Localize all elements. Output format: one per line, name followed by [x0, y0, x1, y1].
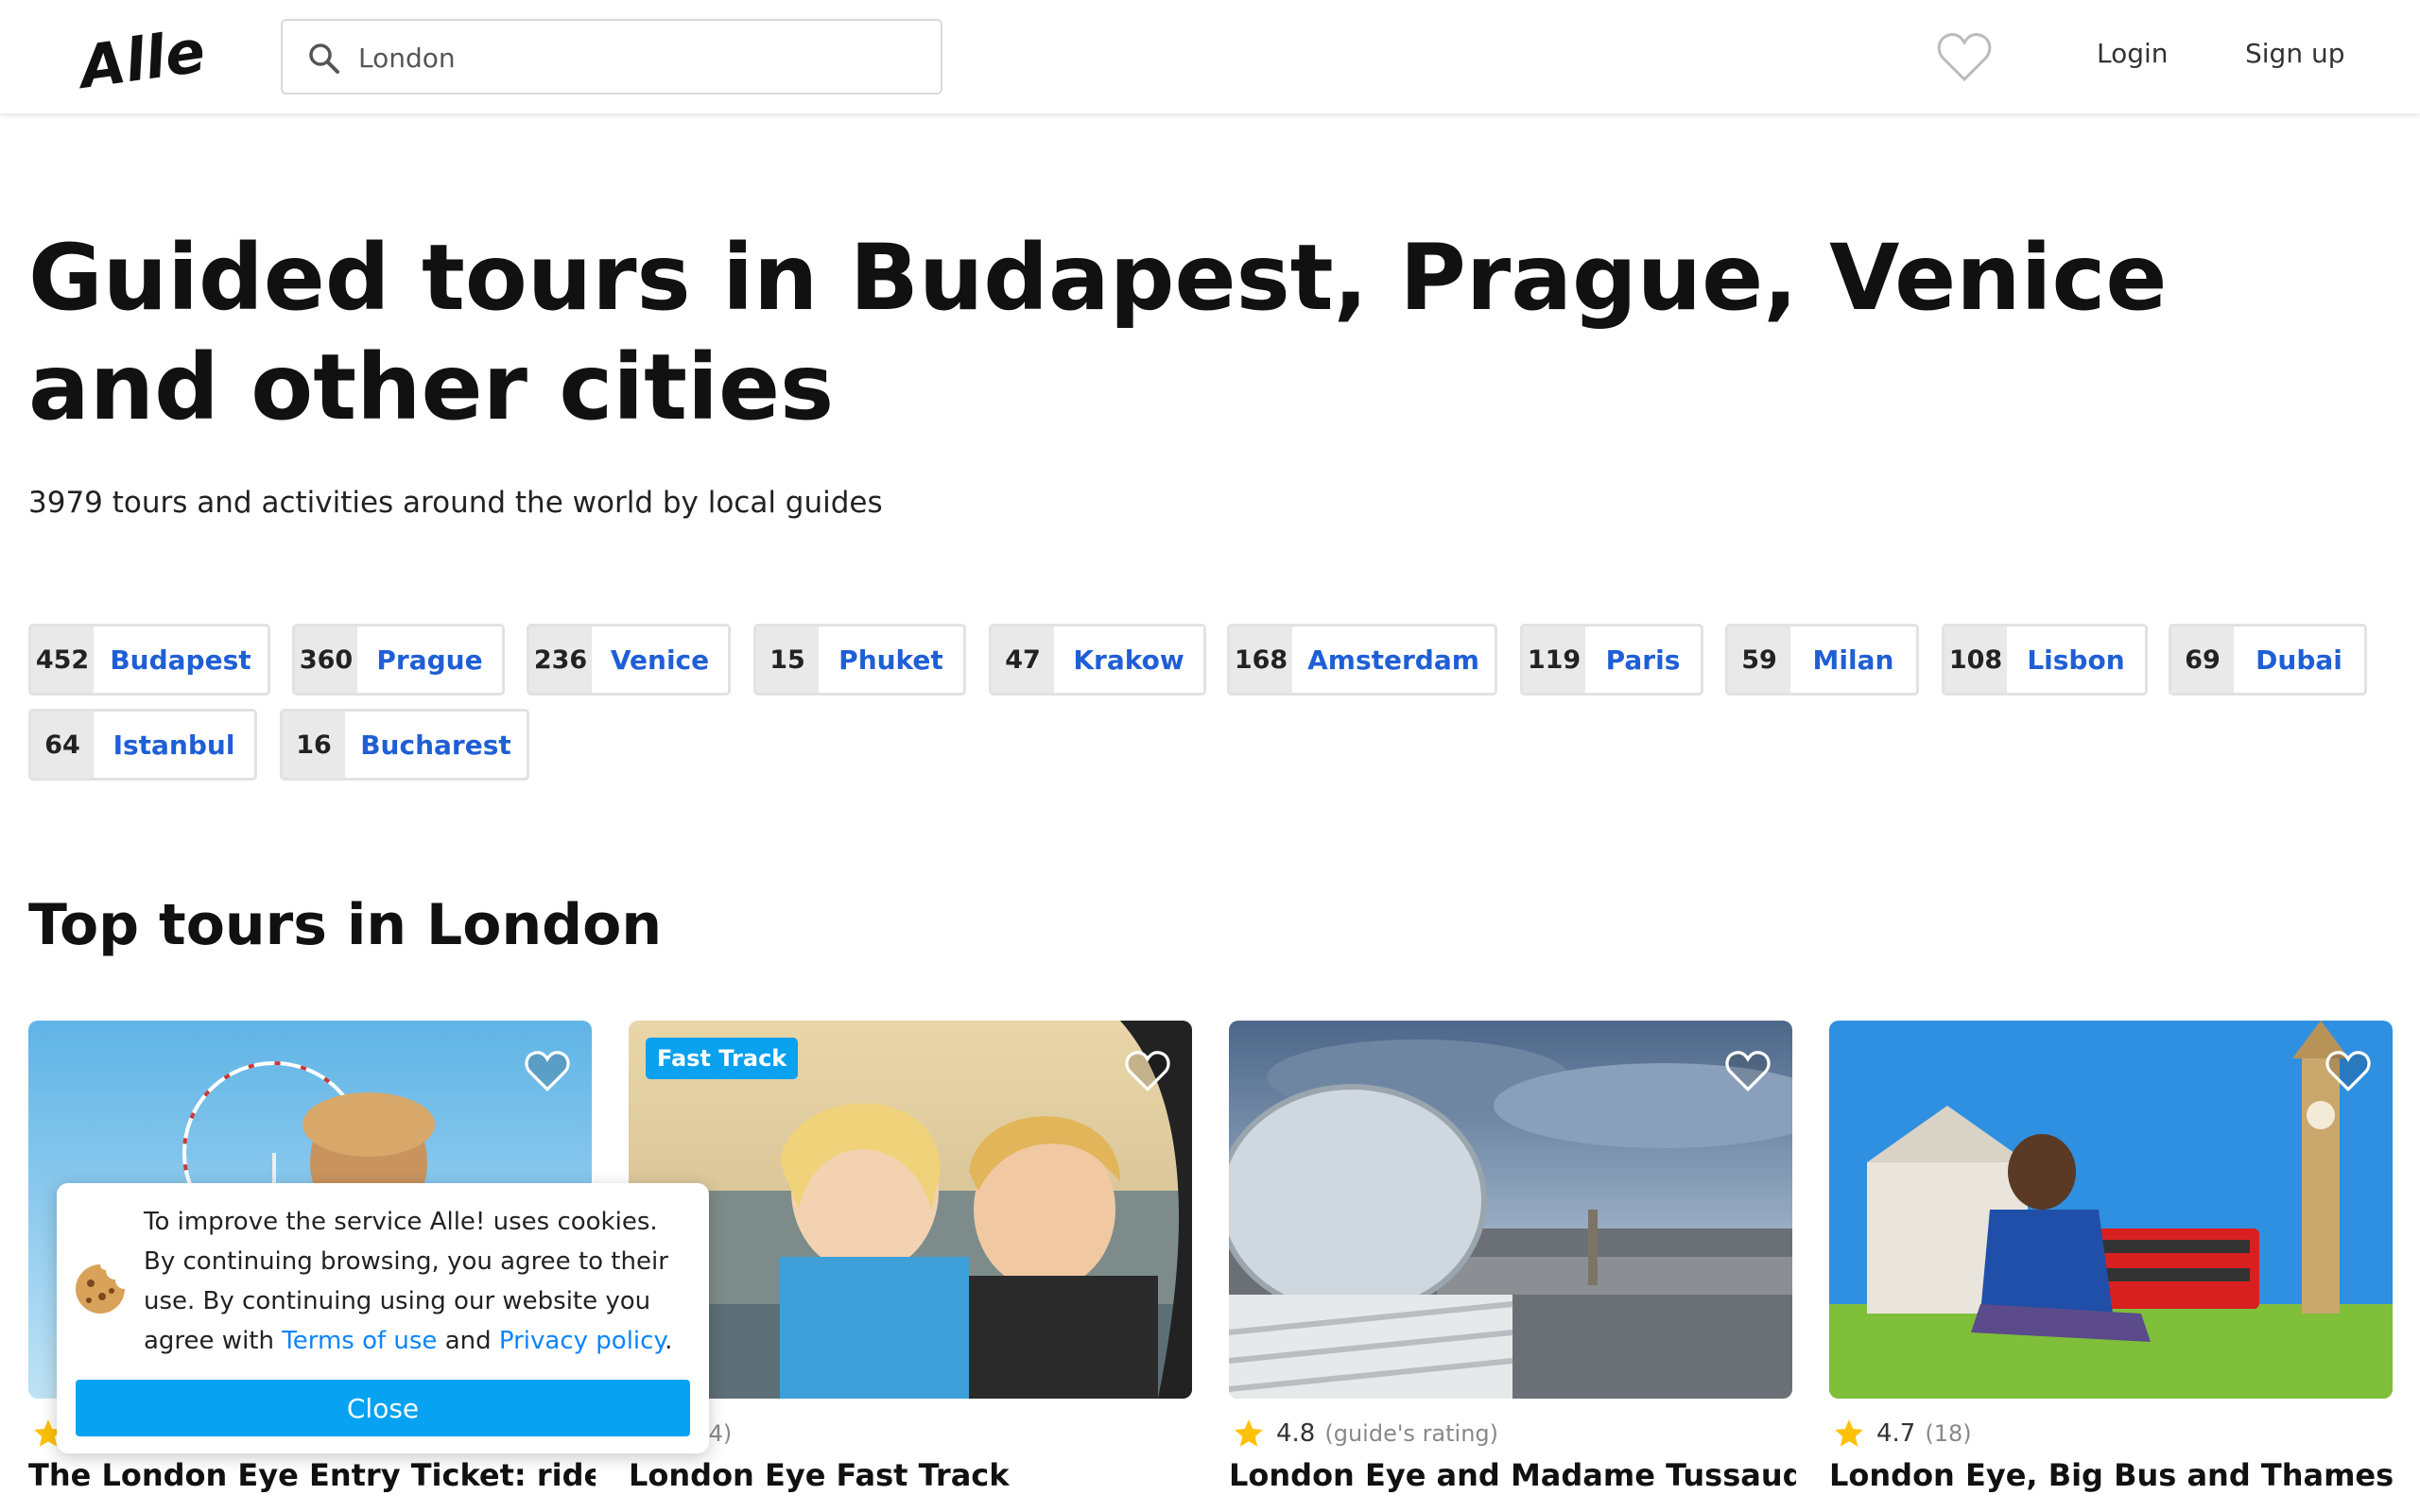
city-chip-dubai[interactable]: 69 Dubai [2169, 624, 2367, 696]
tour-title[interactable]: London Eye Fast Track [629, 1457, 1196, 1493]
page-subtitle: 3979 tours and activities around the wor… [28, 486, 883, 520]
city-count: 236 [529, 627, 592, 693]
search-icon [309, 43, 339, 74]
favorite-heart-icon[interactable] [2325, 1049, 2372, 1092]
city-chip-paris[interactable]: 119 Paris [1520, 624, 1703, 696]
city-count: 119 [1523, 627, 1585, 693]
signup-link[interactable]: Sign up [2245, 38, 2345, 69]
favorite-heart-icon[interactable] [1724, 1049, 1772, 1092]
page-title: Guided tours in Budapest, Prague, Venice… [28, 225, 2168, 440]
city-name: Budapest [110, 644, 251, 676]
tour-title[interactable]: London Eye and Madame Tussauds [1229, 1457, 1796, 1493]
city-name: Istanbul [112, 729, 235, 761]
privacy-policy-link[interactable]: Privacy policy [499, 1327, 665, 1355]
rating-reviews: (18) [1925, 1420, 1972, 1447]
tour-rating: 4.7 (18) [1833, 1418, 1972, 1450]
svg-text:Alle!: Alle! [76, 13, 208, 100]
city-count: 360 [295, 627, 357, 693]
cookie-banner: To improve the service Alle! uses cookie… [57, 1183, 709, 1453]
city-count: 69 [2171, 627, 2234, 693]
search-box[interactable] [281, 19, 942, 94]
favorite-heart-icon[interactable] [524, 1049, 571, 1092]
city-chip-lisbon[interactable]: 108 Lisbon [1942, 624, 2148, 696]
cookie-period: . [665, 1327, 673, 1355]
tour-image [1229, 1021, 1792, 1399]
city-name: Lisbon [2027, 644, 2125, 676]
rating-reviews: (guide's rating) [1324, 1420, 1499, 1447]
city-chip-prague[interactable]: 360 Prague [292, 624, 505, 696]
favorites-heart-icon[interactable] [1936, 30, 1993, 83]
tour-title[interactable]: The London Eye Entry Ticket: ride the [28, 1457, 596, 1493]
cookie-icon [76, 1264, 125, 1314]
site-header: Alle! Login Sign up [0, 0, 2420, 113]
tour-card[interactable]: 4.7 (18) London Eye, Big Bus and Thames [1829, 1021, 2396, 1512]
star-icon [1835, 1419, 1863, 1447]
city-count: 64 [31, 712, 94, 778]
city-chip-milan[interactable]: 59 Milan [1725, 624, 1919, 696]
city-name: Venice [610, 644, 710, 676]
star-icon [1235, 1419, 1263, 1447]
city-chip-krakow[interactable]: 47 Krakow [989, 624, 1206, 696]
city-chip-budapest[interactable]: 452 Budapest [28, 624, 270, 696]
city-name: Krakow [1073, 644, 1184, 676]
tour-image [1829, 1021, 2393, 1399]
city-name: Phuket [838, 644, 943, 676]
cookie-close-button[interactable]: Close [76, 1380, 690, 1436]
alle-logo[interactable]: Alle! [76, 13, 208, 100]
city-count: 15 [756, 627, 819, 693]
city-count: 452 [31, 627, 94, 693]
terms-of-use-link[interactable]: Terms of use [282, 1327, 437, 1355]
favorite-heart-icon[interactable] [1124, 1049, 1171, 1092]
city-name: Dubai [2256, 644, 2342, 676]
search-input[interactable] [358, 34, 925, 81]
city-count: 47 [992, 627, 1054, 693]
city-chip-istanbul[interactable]: 64 Istanbul [28, 709, 257, 781]
cookie-text: To improve the service Alle! uses cookie… [144, 1202, 692, 1361]
city-chip-amsterdam[interactable]: 168 Amsterdam [1227, 624, 1497, 696]
tour-rating: 4.8 (guide's rating) [1233, 1418, 1498, 1450]
city-name: Paris [1605, 644, 1681, 676]
city-count: 16 [283, 712, 345, 778]
fast-track-badge: Fast Track [646, 1038, 799, 1079]
tour-card[interactable]: 4.8 (guide's rating) London Eye and Mada… [1229, 1021, 1796, 1512]
city-name: Amsterdam [1307, 644, 1479, 676]
city-count: 168 [1230, 627, 1292, 693]
cookie-and-text: and [437, 1327, 499, 1355]
city-count: 108 [1945, 627, 2007, 693]
city-name: Bucharest [360, 729, 511, 761]
login-link[interactable]: Login [2097, 38, 2169, 69]
tour-card[interactable]: Fast Track (14) London Eye Fast Track [629, 1021, 1192, 1512]
tour-title[interactable]: London Eye, Big Bus and Thames [1829, 1457, 2396, 1493]
city-count: 59 [1728, 627, 1790, 693]
city-chip-venice[interactable]: 236 Venice [527, 624, 731, 696]
rating-value: 4.7 [1876, 1419, 1916, 1448]
city-name: Milan [1812, 644, 1894, 676]
rating-value: 4.8 [1276, 1419, 1316, 1448]
city-name: Prague [376, 644, 483, 676]
section-title: Top tours in London [28, 892, 663, 958]
city-chip-bucharest[interactable]: 16 Bucharest [280, 709, 529, 781]
city-chip-phuket[interactable]: 15 Phuket [753, 624, 966, 696]
